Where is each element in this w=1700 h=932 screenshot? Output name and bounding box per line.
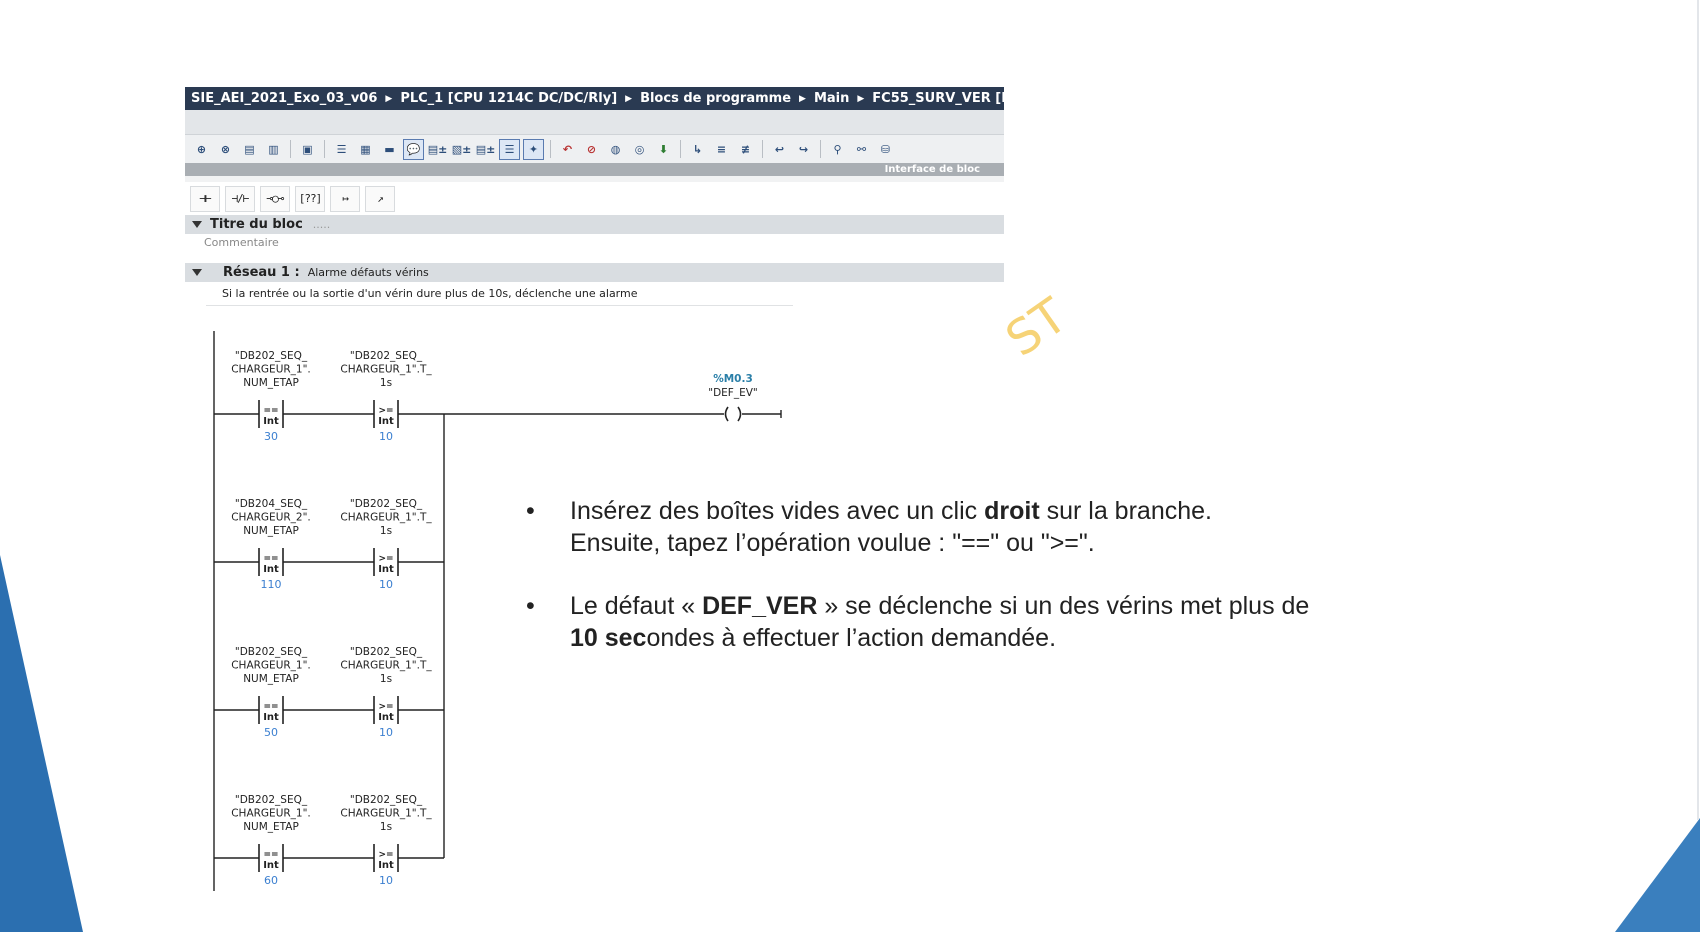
operand-tag: "DB202_SEQ_ xyxy=(235,350,308,362)
operand-tag: "DB202_SEQ_ xyxy=(350,498,423,510)
program-editor: SIE_AEI_2021_Exo_03_v06 ▶ PLC_1 [CPU 1214C… xyxy=(185,87,1004,891)
operand-tag: "DB204_SEQ_ xyxy=(235,498,308,510)
note-bold-text: droit xyxy=(984,497,1040,525)
note-text: sur la branche. xyxy=(1039,497,1212,525)
operand-tag: CHARGEUR_1". xyxy=(231,808,311,820)
note-bold-text: 10 sec xyxy=(570,624,647,652)
operand-tag: 1s xyxy=(380,821,392,833)
compare-value: 30 xyxy=(264,430,278,443)
ladder-diagram: ==Int30"DB202_SEQ_CHARGEUR_1".NUM_ETAP>=… xyxy=(213,331,782,891)
coil-tag: "DEF_EV" xyxy=(708,387,758,399)
operand-tag: NUM_ETAP xyxy=(243,525,299,537)
note-bold-text: DEF_VER xyxy=(702,592,818,620)
instruction-note-1: • Insérez des boîtes vides avec un clic … xyxy=(526,495,1212,559)
operand-tag: NUM_ETAP xyxy=(243,673,299,685)
note-text: ondes à effectuer l’action demandée. xyxy=(646,624,1057,652)
compare-value: 50 xyxy=(264,726,278,739)
operand-tag: CHARGEUR_1".T_ xyxy=(340,364,432,376)
operand-tag: CHARGEUR_1". xyxy=(231,660,311,672)
compare-value: 10 xyxy=(379,578,393,591)
note-2-line-2: 10 secondes à effectuer l’action demandé… xyxy=(570,622,1309,654)
operand-tag: 1s xyxy=(380,525,392,537)
compare-type: Int xyxy=(378,860,394,871)
operand-tag: NUM_ETAP xyxy=(243,821,299,833)
coil-right-arc xyxy=(737,406,742,422)
note-1-line-2: Ensuite, tapez l’opération voulue : "=="… xyxy=(570,529,1095,557)
operand-tag: 1s xyxy=(380,673,392,685)
compare-operator: == xyxy=(263,554,278,564)
compare-operator: >= xyxy=(378,850,393,860)
compare-operator: >= xyxy=(378,702,393,712)
compare-type: Int xyxy=(378,564,394,575)
compare-operator: >= xyxy=(378,406,393,416)
note-text: Insérez des boîtes vides avec un clic xyxy=(570,497,985,525)
note-text: Le défaut « xyxy=(570,592,703,620)
operand-tag: CHARGEUR_1".T_ xyxy=(340,512,432,524)
operand-tag: "DB202_SEQ_ xyxy=(235,794,308,806)
compare-operator: == xyxy=(263,850,278,860)
operand-tag: CHARGEUR_1".T_ xyxy=(340,808,432,820)
coil-left-arc xyxy=(724,406,729,422)
compare-type: Int xyxy=(263,712,279,723)
operand-tag: "DB202_SEQ_ xyxy=(350,350,423,362)
compare-type: Int xyxy=(263,860,279,871)
instruction-note-2: • Le défaut « DEF_VER » se déclenche si … xyxy=(526,590,1309,654)
note-2-line-1: Le défaut « DEF_VER » se déclenche si un… xyxy=(570,590,1309,622)
compare-value: 10 xyxy=(379,726,393,739)
bullet-icon: • xyxy=(526,497,535,525)
compare-operator: == xyxy=(263,406,278,416)
compare-value: 110 xyxy=(261,578,282,591)
compare-operator: >= xyxy=(378,554,393,564)
note-text: » se déclenche si un des vérins met plus… xyxy=(817,592,1310,620)
bullet-icon: • xyxy=(526,592,535,620)
compare-type: Int xyxy=(378,416,394,427)
compare-type: Int xyxy=(263,564,279,575)
compare-value: 10 xyxy=(379,874,393,887)
compare-type: Int xyxy=(378,712,394,723)
operand-tag: 1s xyxy=(380,377,392,389)
operand-tag: "DB202_SEQ_ xyxy=(235,646,308,658)
coil-address: %M0.3 xyxy=(713,373,753,385)
operand-tag: "DB202_SEQ_ xyxy=(350,794,423,806)
operand-tag: CHARGEUR_1". xyxy=(231,364,311,376)
compare-value: 60 xyxy=(264,874,278,887)
operand-tag: NUM_ETAP xyxy=(243,377,299,389)
operand-tag: CHARGEUR_2". xyxy=(231,512,311,524)
operand-tag: CHARGEUR_1".T_ xyxy=(340,660,432,672)
compare-operator: == xyxy=(263,702,278,712)
note-1-line-1: Insérez des boîtes vides avec un clic dr… xyxy=(570,495,1212,527)
compare-value: 10 xyxy=(379,430,393,443)
operand-tag: "DB202_SEQ_ xyxy=(350,646,423,658)
compare-type: Int xyxy=(263,416,279,427)
